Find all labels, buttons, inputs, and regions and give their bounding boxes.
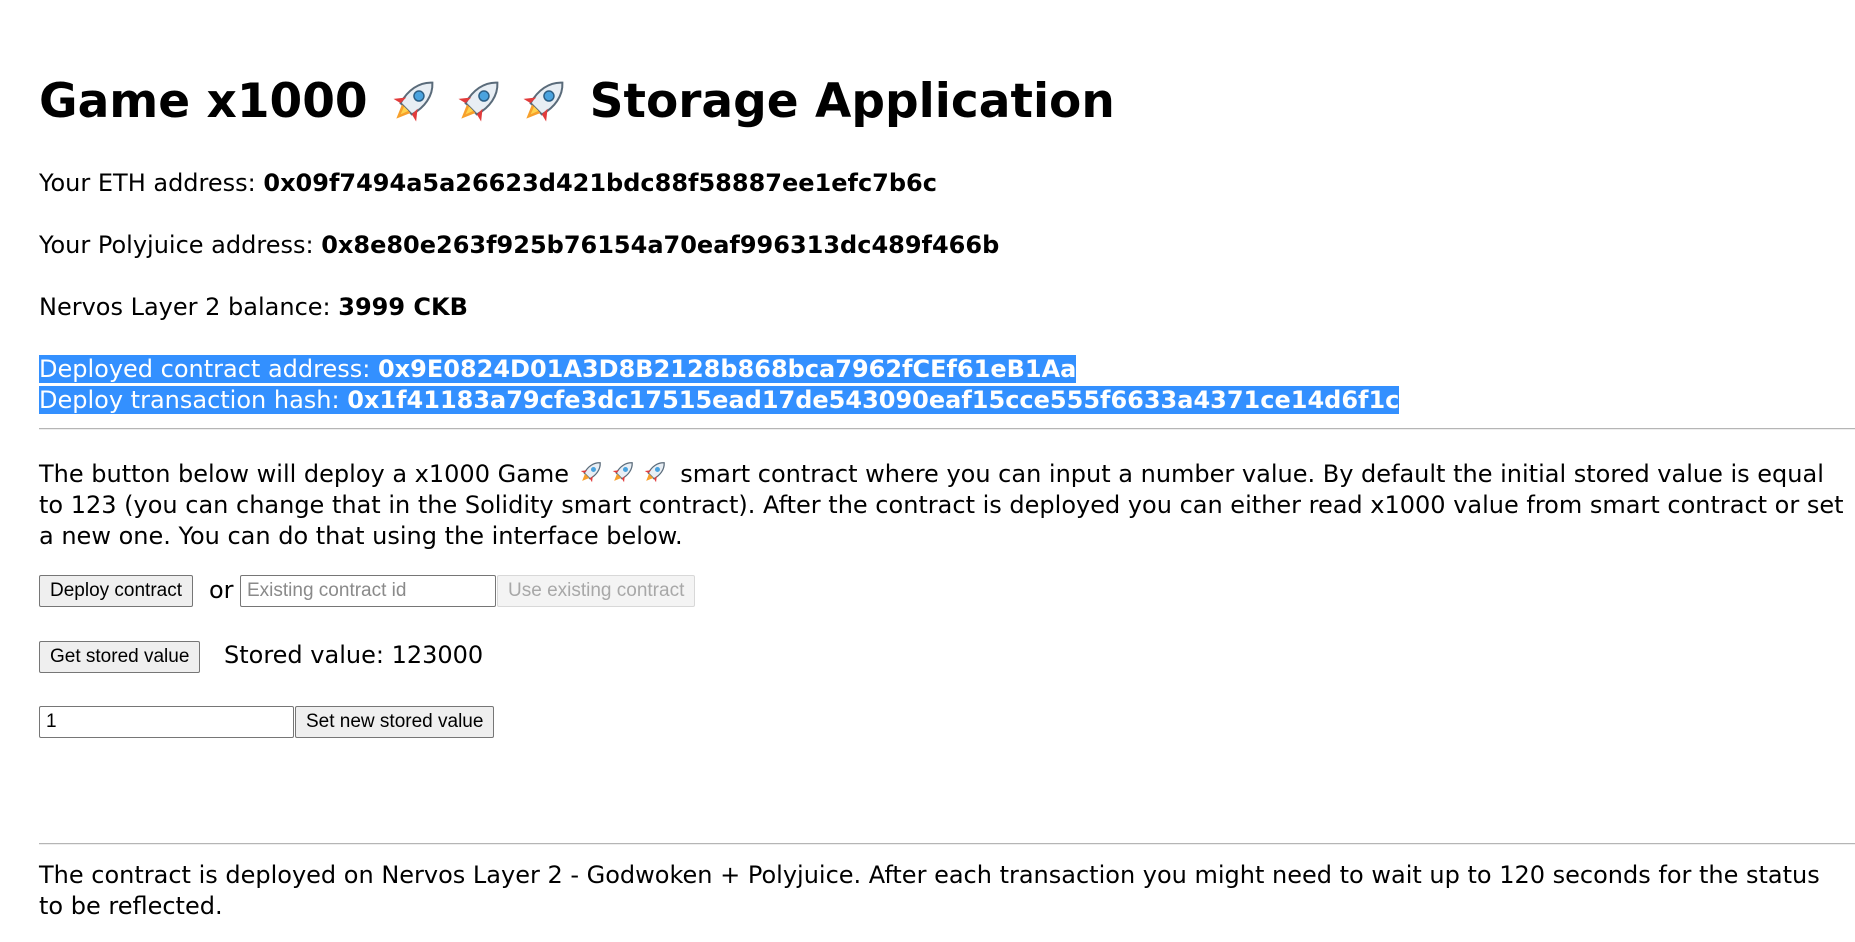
existing-contract-id-input[interactable] <box>240 575 496 607</box>
eth-address-line: Your ETH address: 0x09f7494a5a26623d421b… <box>39 168 937 199</box>
balance-label: Nervos Layer 2 balance: <box>39 293 339 321</box>
intro-text-before: The button below will deploy a x1000 Gam… <box>39 460 577 488</box>
divider-bottom <box>39 843 1855 845</box>
get-stored-value-button[interactable]: Get stored value <box>39 641 201 673</box>
balance-value: 3999 CKB <box>338 293 468 321</box>
set-new-stored-value-button[interactable]: Set new stored value <box>295 706 495 738</box>
new-stored-value-input[interactable] <box>39 706 294 738</box>
rocket-icon <box>609 457 637 487</box>
use-existing-contract-button[interactable]: Use existing contract <box>497 575 696 607</box>
deploy-hash-value: 0x1f41183a79cfe3dc17515ead17de543090eaf1… <box>347 386 1400 414</box>
page-title-prefix: Game x1000 <box>39 73 368 129</box>
deploy-hash-line: Deploy transaction hash: 0x1f41183a79cfe… <box>39 385 1400 416</box>
polyjuice-address-line: Your Polyjuice address: 0x8e80e263f925b7… <box>39 230 999 261</box>
deployed-address-value: 0x9E0824D01A3D8B2128b868bca7962fCEf61eB1… <box>377 355 1077 383</box>
page: Game x1000 Storage Application Your ETH … <box>0 0 1855 942</box>
page-title: Game x1000 Storage Application <box>39 72 1115 130</box>
deployed-address-label: Deployed contract address: <box>39 355 378 383</box>
stored-value-text: Stored value: 123000 <box>224 641 484 669</box>
polyjuice-address-label: Your Polyjuice address: <box>39 231 322 259</box>
rocket-icon <box>516 72 572 130</box>
eth-address-value: 0x09f7494a5a26623d421bdc88f58887ee1efc7b… <box>263 169 937 197</box>
rocket-icon <box>386 72 442 130</box>
intro-text: The button below will deploy a x1000 Gam… <box>39 457 1849 552</box>
page-title-suffix: Storage Application <box>589 73 1115 129</box>
rocket-icon <box>577 457 605 487</box>
polyjuice-address-value: 0x8e80e263f925b76154a70eaf996313dc489f46… <box>321 231 1000 259</box>
eth-address-label: Your ETH address: <box>39 169 264 197</box>
rocket-icon <box>451 72 507 130</box>
rocket-icon <box>641 457 669 487</box>
balance-line: Nervos Layer 2 balance: 3999 CKB <box>39 292 468 323</box>
deploy-hash-label: Deploy transaction hash: <box>39 386 348 414</box>
deploy-contract-button[interactable]: Deploy contract <box>39 575 194 607</box>
deployed-address-line: Deployed contract address: 0x9E0824D01A3… <box>39 354 1077 385</box>
or-label: or <box>209 576 234 604</box>
footer-text: The contract is deployed on Nervos Layer… <box>39 861 1820 920</box>
divider-top <box>39 428 1855 430</box>
